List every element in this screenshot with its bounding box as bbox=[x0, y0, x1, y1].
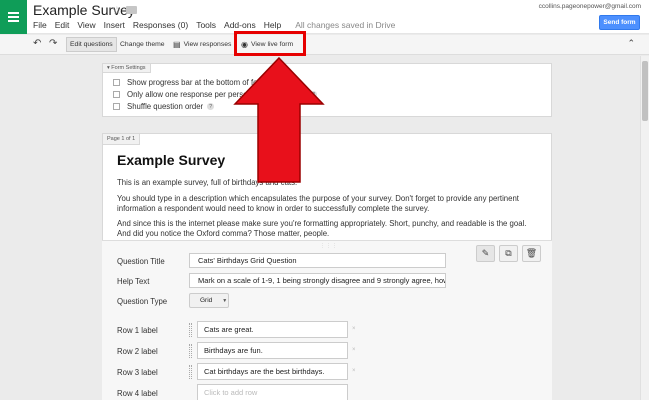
row-drag-handle-icon[interactable] bbox=[189, 365, 192, 379]
help-text-input[interactable]: Mark on a scale of 1-9, 1 being strongly… bbox=[189, 273, 446, 288]
question-type-label: Question Type bbox=[117, 297, 168, 306]
form-settings-tab[interactable]: ▾ Form Settings bbox=[102, 63, 151, 73]
user-email[interactable]: ccollins.pageonepower@gmail.com bbox=[539, 3, 641, 10]
question-editor: ⋮⋮⋮ ✎ ⧉ 🗑 Question Title Cats' Birthdays… bbox=[102, 240, 552, 400]
star-icon[interactable]: ☆ bbox=[112, 4, 122, 17]
delete-icon[interactable]: 🗑 bbox=[522, 245, 541, 262]
progress-bar-checkbox[interactable] bbox=[113, 79, 120, 86]
question-type-select[interactable]: Grid ▼ bbox=[189, 293, 229, 308]
survey-title[interactable]: Example Survey bbox=[117, 152, 225, 168]
row-4-label: Row 4 label bbox=[117, 389, 158, 398]
row-2-input[interactable]: Birthdays are fun. bbox=[197, 342, 348, 359]
menu-help[interactable]: Help bbox=[264, 20, 281, 30]
shuffle-checkbox[interactable] bbox=[113, 103, 120, 110]
menu-responses[interactable]: Responses (0) bbox=[133, 20, 188, 30]
row-4-input[interactable]: Click to add row bbox=[197, 384, 348, 400]
chevron-down-icon: ▼ bbox=[222, 297, 228, 304]
change-theme-button[interactable]: Change theme bbox=[117, 37, 168, 52]
menu-bar: File Edit View Insert Responses (0) Tool… bbox=[33, 20, 395, 30]
survey-description-3[interactable]: And since this is the internet please ma… bbox=[117, 219, 542, 239]
row-3-label: Row 3 label bbox=[117, 368, 158, 377]
drag-handle-icon[interactable]: ⋮⋮⋮ bbox=[320, 243, 338, 249]
responses-icon: ▤ bbox=[173, 40, 181, 49]
form-settings-panel: ▾ Form Settings Show progress bar at the… bbox=[102, 63, 552, 117]
one-response-checkbox[interactable] bbox=[113, 91, 120, 98]
forms-logo-icon[interactable] bbox=[0, 0, 27, 34]
question-type-value: Grid bbox=[200, 297, 213, 304]
survey-description-2[interactable]: You should type in a description which e… bbox=[117, 194, 542, 214]
remove-row-icon[interactable]: × bbox=[352, 326, 356, 332]
row-1-input[interactable]: Cats are great. bbox=[197, 321, 348, 338]
edit-questions-button[interactable]: Edit questions bbox=[66, 37, 117, 52]
row-2-label: Row 2 label bbox=[117, 347, 158, 356]
view-responses-label: View responses bbox=[183, 41, 232, 48]
redo-icon[interactable]: ↷ bbox=[49, 38, 57, 49]
setting-label: Shuffle question order bbox=[127, 102, 204, 111]
duplicate-icon[interactable]: ⧉ bbox=[499, 245, 518, 262]
menu-add-ons[interactable]: Add-ons bbox=[224, 20, 256, 30]
menu-edit[interactable]: Edit bbox=[55, 20, 70, 30]
help-text-label: Help Text bbox=[117, 277, 150, 286]
edit-icon[interactable]: ✎ bbox=[476, 245, 495, 262]
remove-row-icon[interactable]: × bbox=[352, 368, 356, 374]
scroll-thumb[interactable] bbox=[642, 61, 648, 121]
remove-row-icon[interactable]: × bbox=[352, 347, 356, 353]
scrollbar[interactable] bbox=[640, 56, 649, 400]
question-title-label: Question Title bbox=[117, 257, 165, 266]
help-icon[interactable]: ? bbox=[207, 103, 215, 110]
collapse-icon[interactable]: ⌃ bbox=[627, 38, 635, 49]
row-drag-handle-icon[interactable] bbox=[189, 344, 192, 358]
menu-file[interactable]: File bbox=[33, 20, 47, 30]
setting-shuffle[interactable]: Shuffle question order ? bbox=[113, 102, 215, 111]
survey-description-1[interactable]: This is an example survey, full of birth… bbox=[117, 178, 542, 188]
highlight-box bbox=[234, 31, 306, 56]
red-arrow-icon bbox=[233, 56, 325, 183]
send-form-button[interactable]: Send form bbox=[599, 15, 640, 30]
menu-tools[interactable]: Tools bbox=[196, 20, 216, 30]
folder-icon[interactable] bbox=[126, 6, 137, 14]
undo-icon[interactable]: ↶ bbox=[33, 38, 41, 49]
question-title-input[interactable]: Cats' Birthdays Grid Question bbox=[189, 253, 446, 268]
view-responses-button[interactable]: ▤ View responses bbox=[170, 37, 234, 52]
row-1-label: Row 1 label bbox=[117, 326, 158, 335]
menu-view[interactable]: View bbox=[77, 20, 95, 30]
menu-insert[interactable]: Insert bbox=[104, 20, 125, 30]
toolbar: ↶ ↷ Edit questions Change theme ▤ View r… bbox=[0, 35, 649, 55]
save-status: All changes saved in Drive bbox=[295, 20, 396, 30]
app-header: Example Survey ☆ File Edit View Insert R… bbox=[0, 0, 649, 34]
row-drag-handle-icon[interactable] bbox=[189, 323, 192, 337]
page-tab: Page 1 of 1 bbox=[102, 133, 141, 145]
row-3-input[interactable]: Cat birthdays are the best birthdays. bbox=[197, 363, 348, 380]
